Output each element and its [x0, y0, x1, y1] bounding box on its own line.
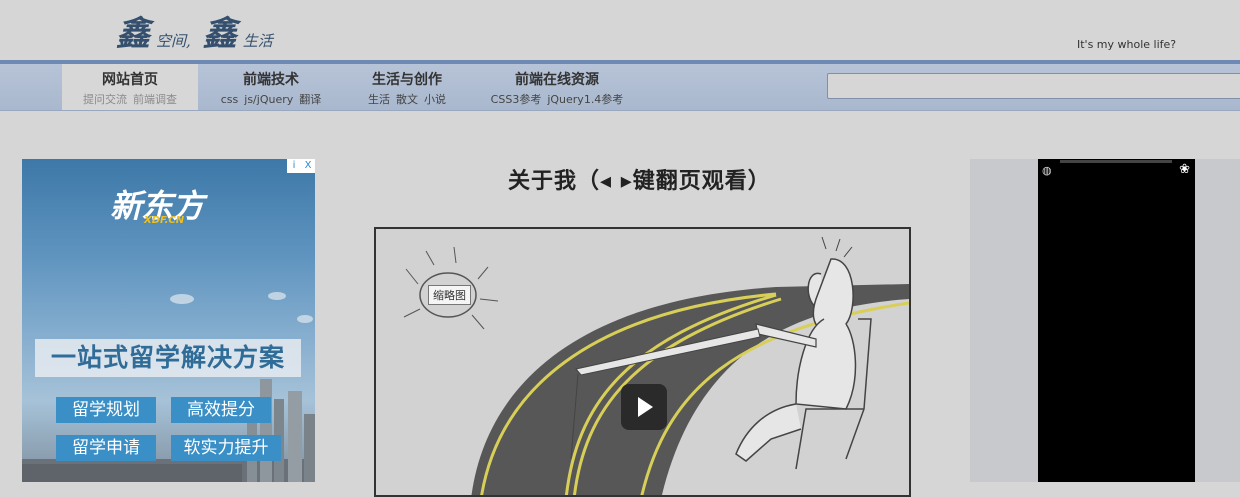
- nav-sub-links: css js/jQuery 翻译: [212, 91, 330, 107]
- search-input[interactable]: [827, 73, 1240, 99]
- nav-sub-link[interactable]: 散文: [396, 93, 418, 106]
- paw-icon[interactable]: ❀: [1179, 162, 1190, 177]
- nav-sub-links: CSS3参考 jQuery1.4参考: [484, 91, 630, 107]
- ad-button-softskills[interactable]: 软实力提升: [171, 435, 281, 461]
- nav-sub-link[interactable]: css: [221, 93, 239, 106]
- nav-sub-links: 提问交流 前端调查: [62, 91, 198, 107]
- ad-button-score[interactable]: 高效提分: [171, 397, 271, 423]
- shell-icon[interactable]: ◍: [1042, 164, 1052, 177]
- nav-title[interactable]: 网站首页: [62, 72, 198, 88]
- nav-title[interactable]: 前端在线资源: [484, 72, 630, 88]
- nav-item-resources[interactable]: 前端在线资源 CSS3参考 jQuery1.4参考: [484, 64, 630, 110]
- ad-button-planning[interactable]: 留学规划: [56, 397, 156, 423]
- nav-sub-link[interactable]: 前端调查: [133, 93, 177, 106]
- thumbnail-label: 缩略图: [428, 285, 471, 305]
- player-progress-bar[interactable]: [1060, 160, 1172, 163]
- video-player[interactable]: 缩略图: [374, 227, 911, 497]
- site-logo[interactable]: 鑫 空间, 鑫 生活: [116, 8, 279, 52]
- nav-sub-link[interactable]: js/jQuery: [244, 93, 293, 106]
- nav-title[interactable]: 生活与创作: [352, 72, 462, 88]
- ad-banner[interactable]: i X 新东方 XDF.CN 一站式留学解决方案 留学规划 高效提分 留学申请 …: [22, 159, 315, 482]
- logo-text-2: 生活: [242, 32, 273, 50]
- nav-sub-link[interactable]: 翻译: [299, 93, 321, 106]
- nav-sub-link[interactable]: 提问交流: [83, 93, 127, 106]
- main-nav: 网站首页 提问交流 前端调查 前端技术 css js/jQuery 翻译 生活与创作 …: [0, 60, 1240, 111]
- play-button[interactable]: [621, 384, 667, 430]
- nav-sub-links: 生活 散文 小说: [352, 91, 462, 107]
- music-player[interactable]: ◍ ❀: [1038, 159, 1195, 482]
- logo-char-1: 鑫: [116, 14, 150, 54]
- nav-title[interactable]: 前端技术: [212, 72, 330, 88]
- video-thumbnail-drawing: [403, 236, 909, 495]
- nav-item-frontend[interactable]: 前端技术 css js/jQuery 翻译: [212, 64, 330, 110]
- nav-sub-link[interactable]: 生活: [368, 93, 390, 106]
- nav-sub-link[interactable]: jQuery1.4参考: [547, 93, 623, 106]
- logo-text-1: 空间,: [156, 32, 191, 50]
- ad-headline: 一站式留学解决方案: [35, 339, 301, 377]
- ad-cityscape: [22, 292, 315, 482]
- ad-button-application[interactable]: 留学申请: [56, 435, 156, 461]
- nav-sub-link[interactable]: CSS3参考: [491, 93, 542, 106]
- nav-item-home[interactable]: 网站首页 提问交流 前端调查: [62, 64, 198, 110]
- logo-char-2: 鑫: [202, 14, 237, 54]
- nav-sub-link[interactable]: 小说: [424, 93, 446, 106]
- site-tagline: It's my whole life?: [1077, 38, 1177, 51]
- page-title: 关于我（◂ ▸键翻页观看）: [508, 169, 771, 194]
- nav-item-life[interactable]: 生活与创作 生活 散文 小说: [352, 64, 462, 110]
